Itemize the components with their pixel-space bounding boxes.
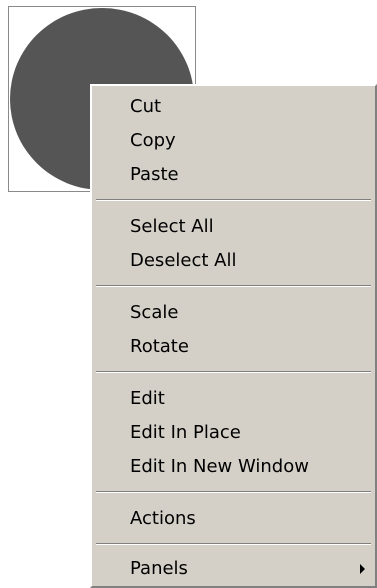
menu-item-select-all[interactable]: Select All [92, 210, 375, 244]
menu-item-panels-label: Panels [130, 558, 188, 579]
submenu-arrow-icon [360, 564, 365, 574]
menu-item-rotate[interactable]: Rotate [92, 330, 375, 364]
menu-separator [96, 285, 371, 287]
menu-separator [96, 491, 371, 493]
menu-separator [96, 199, 371, 201]
menu-item-edit[interactable]: Edit [92, 382, 375, 416]
menu-item-paste[interactable]: Paste [92, 158, 375, 192]
menu-item-panels[interactable]: Panels [92, 552, 375, 586]
menu-item-scale[interactable]: Scale [92, 296, 375, 330]
menu-separator [96, 371, 371, 373]
menu-item-copy[interactable]: Copy [92, 124, 375, 158]
context-menu: Cut Copy Paste Select All Deselect All S… [90, 84, 377, 588]
menu-item-deselect-all[interactable]: Deselect All [92, 244, 375, 278]
menu-item-actions[interactable]: Actions [92, 502, 375, 536]
menu-item-edit-in-new-window[interactable]: Edit In New Window [92, 450, 375, 484]
menu-item-edit-in-place[interactable]: Edit In Place [92, 416, 375, 450]
menu-separator [96, 543, 371, 545]
menu-item-cut[interactable]: Cut [92, 90, 375, 124]
